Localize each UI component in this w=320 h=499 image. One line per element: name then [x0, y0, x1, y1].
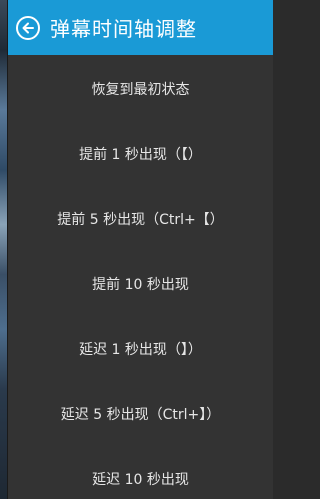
danmaku-timeline-panel: 弹幕时间轴调整 恢复到最初状态 提前 1 秒出现（【） 提前 5 秒出现（Ctr… [8, 0, 273, 499]
menu-item-advance-10s[interactable]: 提前 10 秒出现 [8, 251, 273, 316]
menu-item-delay-10s[interactable]: 延迟 10 秒出现 [8, 446, 273, 499]
arrow-left-icon [21, 21, 35, 35]
panel-header: 弹幕时间轴调整 [8, 0, 273, 55]
app-root: 弹幕时间轴调整 恢复到最初状态 提前 1 秒出现（【） 提前 5 秒出现（Ctr… [0, 0, 273, 499]
video-background-strip [0, 0, 8, 499]
menu-item-delay-1s[interactable]: 延迟 1 秒出现（】） [8, 316, 273, 381]
menu-item-advance-5s[interactable]: 提前 5 秒出现（Ctrl+【） [8, 186, 273, 251]
menu-item-advance-1s[interactable]: 提前 1 秒出现（【） [8, 121, 273, 186]
menu-item-delay-5s[interactable]: 延迟 5 秒出现（Ctrl+】） [8, 381, 273, 446]
back-button[interactable] [16, 15, 40, 40]
menu-item-reset[interactable]: 恢复到最初状态 [8, 57, 273, 121]
panel-title: 弹幕时间轴调整 [50, 17, 197, 41]
timeline-options-menu: 恢复到最初状态 提前 1 秒出现（【） 提前 5 秒出现（Ctrl+【） 提前 … [8, 57, 273, 499]
